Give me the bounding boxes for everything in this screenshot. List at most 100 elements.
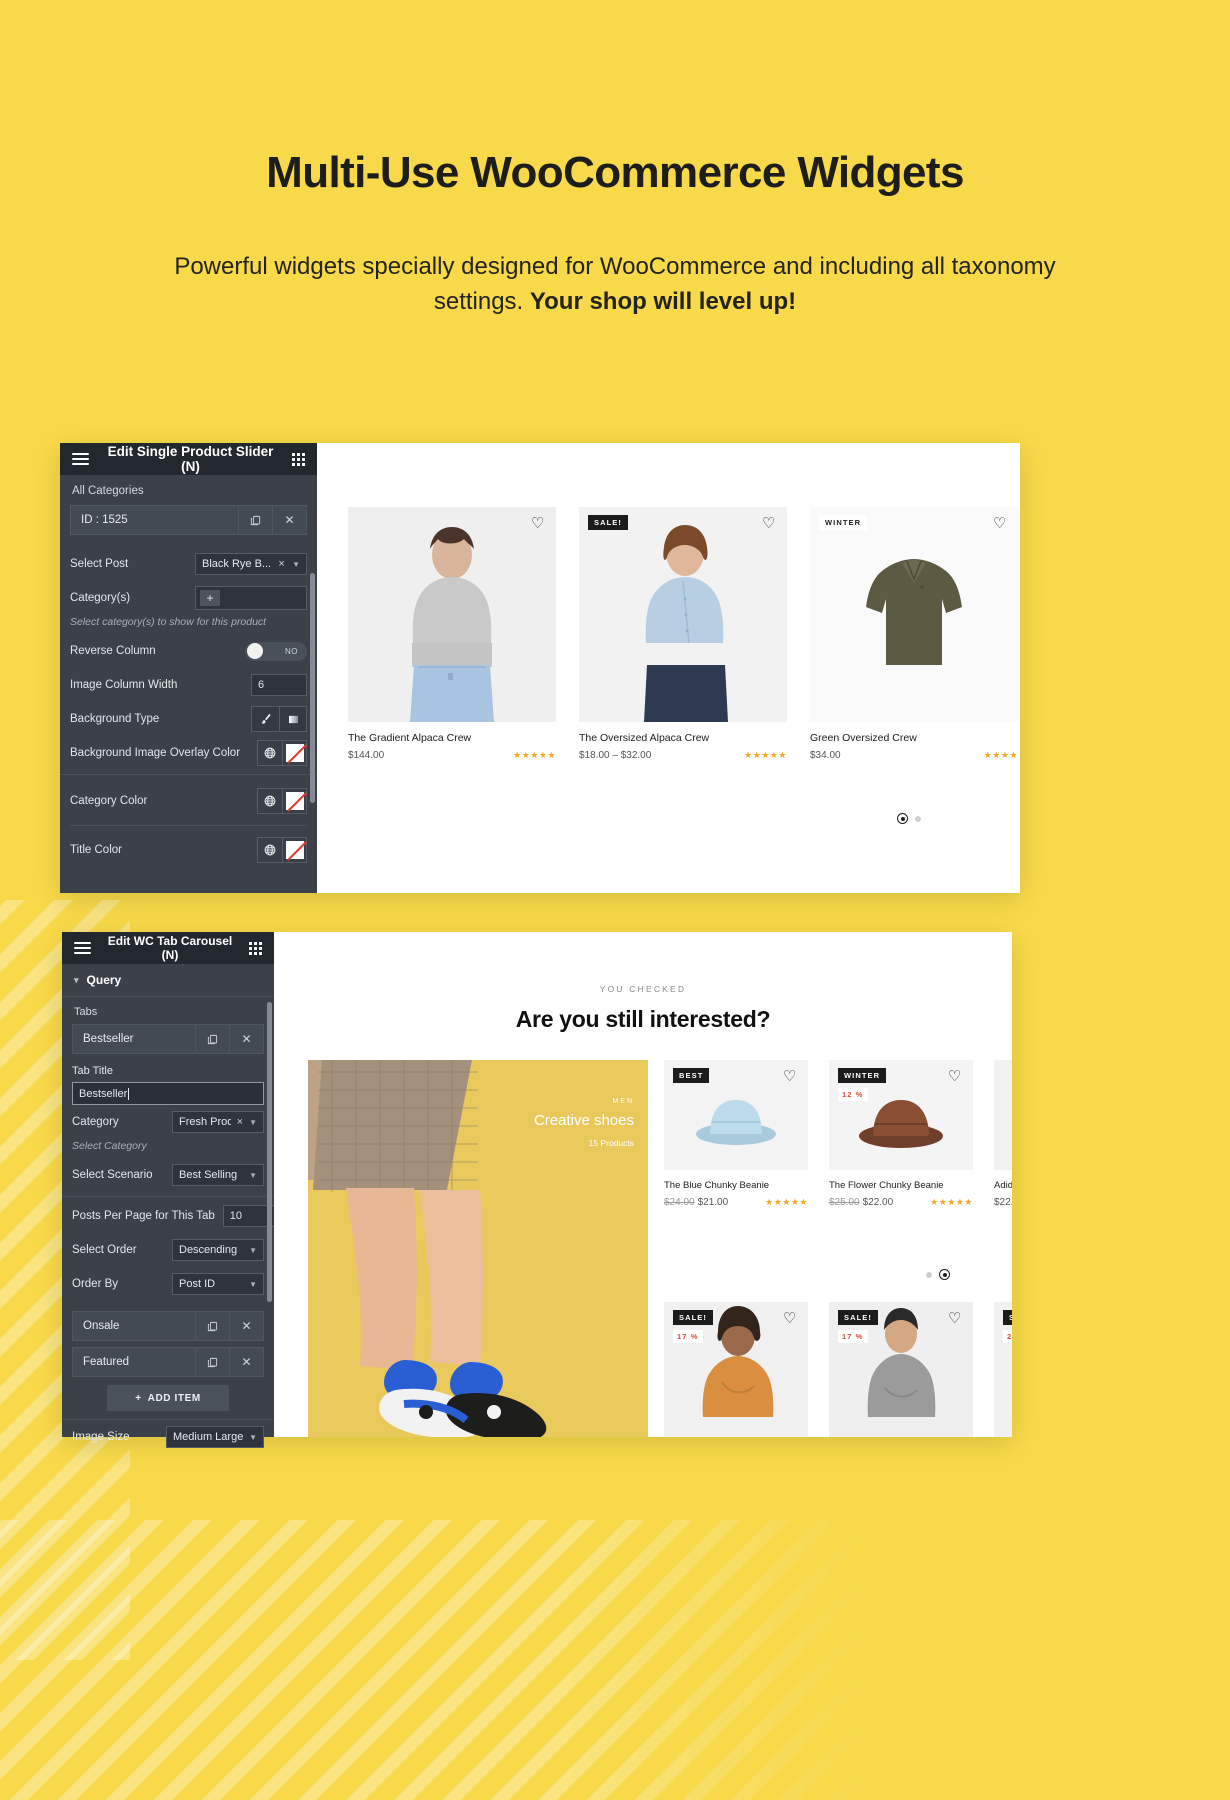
image-column-width-input[interactable]: 6 (251, 674, 307, 696)
close-icon[interactable]: ✕ (229, 1025, 263, 1053)
field-image-column-width[interactable]: Image Column Width 6 (70, 668, 307, 702)
editor-screenshot-single-product-slider: Edit Single Product Slider (N) All Categ… (60, 443, 1020, 893)
status-badge: WINTER (838, 1068, 887, 1083)
field-categories[interactable]: Category(s) + (70, 581, 307, 615)
tab-settings: Tab Title Bestseller Category Fresh Prod… (62, 1060, 274, 1196)
reverse-column-toggle-value: NO (285, 646, 298, 656)
field-select-order[interactable]: Select Order Descending ▼ (72, 1233, 264, 1267)
heart-icon[interactable]: ♡ (531, 516, 546, 531)
categories-tag-input[interactable]: + (195, 586, 307, 610)
brush-icon[interactable] (252, 707, 279, 731)
globe-icon[interactable] (258, 741, 282, 765)
copy-icon[interactable] (195, 1025, 229, 1053)
product-card[interactable]: BEST ♡ The Blue Chunky Beanie $24.00 $21.… (664, 1060, 808, 1208)
category-clear[interactable]: × (237, 1116, 243, 1128)
add-category-button[interactable]: + (200, 590, 220, 606)
close-icon[interactable]: ✕ (272, 506, 306, 534)
product-card[interactable]: SALE! ♡ The Oversized Alpaca Crew $18.00… (579, 507, 787, 761)
copy-icon[interactable] (195, 1348, 229, 1376)
product-image: ♡ (348, 507, 556, 722)
product-card[interactable]: ♡ The Gradient Alpaca Crew $144.00 ★★★★★ (348, 507, 556, 761)
heart-icon[interactable]: ♡ (948, 1311, 963, 1326)
select-order-dropdown[interactable]: Descending ▼ (172, 1239, 264, 1261)
field-background-type-label: Background Type (70, 713, 160, 725)
close-icon[interactable]: ✕ (229, 1348, 263, 1376)
promo-banner[interactable]: MEN Creative shoes 15 Products (308, 1060, 648, 1437)
color-swatch-none[interactable] (282, 838, 306, 862)
preview2-eyebrow: YOU CHECKED (599, 984, 687, 994)
grid-apps-icon[interactable] (249, 941, 262, 955)
background-type-buttongroup[interactable] (251, 706, 307, 732)
title-color-control[interactable] (257, 837, 307, 863)
preview-wc-tab-carousel: YOU CHECKED Are you still interested? ME… (274, 932, 1012, 1437)
field-reverse-column[interactable]: Reverse Column NO (70, 634, 307, 668)
field-title-color[interactable]: Title Color (70, 826, 307, 874)
pagination-dot[interactable] (915, 815, 921, 822)
panel2-scrollbar[interactable] (267, 1002, 272, 1302)
product-price-new: $21.00 (697, 1197, 729, 1208)
product-meta: $24.00 $21.00 ★★★★★ (664, 1197, 808, 1208)
product-card[interactable]: WINTER ♡ Green Oversized Crew $34.00 ★★★… (810, 507, 1018, 761)
close-icon[interactable]: ✕ (229, 1312, 263, 1340)
globe-icon[interactable] (258, 789, 282, 813)
product-card[interactable]: SALE! 17 % ♡ (664, 1302, 808, 1437)
tab-item-onsale[interactable]: Onsale ✕ (72, 1311, 264, 1341)
tab-item-label: Onsale (83, 1320, 120, 1332)
heart-icon[interactable]: ♡ (993, 516, 1008, 531)
grid-apps-icon[interactable] (292, 452, 305, 466)
background-overlay-color-control[interactable] (257, 740, 307, 766)
field-category-color[interactable]: Category Color (70, 777, 307, 825)
pagination-dot[interactable] (926, 1271, 932, 1278)
category-color-control[interactable] (257, 788, 307, 814)
tab-item-bestseller[interactable]: Bestseller ✕ (72, 1024, 264, 1054)
field-posts-per-page[interactable]: Posts Per Page for This Tab 10 (72, 1199, 279, 1233)
heart-icon[interactable]: ♡ (948, 1069, 963, 1084)
product-meta: $144.00 ★★★★★ (348, 750, 556, 761)
field-background-type[interactable]: Background Type (70, 702, 307, 736)
select-post-dropdown[interactable]: Black Rye B... × ▼ (195, 553, 307, 575)
color-swatch-none[interactable] (282, 741, 306, 765)
globe-icon[interactable] (258, 838, 282, 862)
product-image: WINTER ♡ (810, 507, 1018, 722)
carousel-pagination[interactable] (926, 1269, 950, 1280)
pagination-dot-active[interactable] (939, 1269, 950, 1280)
heart-icon[interactable]: ♡ (783, 1069, 798, 1084)
select-scenario-dropdown[interactable]: Best Selling ▼ (172, 1164, 264, 1186)
panel2-title: Edit WC Tab Carousel (N) (107, 934, 233, 962)
panel1-scrollbar[interactable] (310, 573, 315, 803)
carousel-pagination[interactable] (897, 813, 921, 824)
repeater-item-id[interactable]: ID : 1525 ✕ (70, 505, 307, 535)
gradient-icon[interactable] (279, 707, 306, 731)
hamburger-icon[interactable] (74, 942, 91, 954)
add-item-button[interactable]: + ADD ITEM (107, 1385, 229, 1411)
status-badge: BEST (673, 1068, 710, 1083)
product-image: SALE! 21 % ♡ (994, 1302, 1012, 1437)
field-select-scenario[interactable]: Select Scenario Best Selling ▼ (72, 1158, 264, 1192)
product-card[interactable]: ♡ Adidas Norm $22.00 (994, 1060, 1012, 1208)
copy-icon[interactable] (238, 506, 272, 534)
product-card[interactable]: SALE! 17 % ♡ (829, 1302, 973, 1437)
category-dropdown[interactable]: Fresh Produ... × ▼ (172, 1111, 264, 1133)
field-select-post[interactable]: Select Post Black Rye B... × ▼ (70, 547, 307, 581)
heart-icon[interactable]: ♡ (762, 516, 777, 531)
tab-item-featured[interactable]: Featured ✕ (72, 1347, 264, 1377)
color-swatch-none[interactable] (282, 789, 306, 813)
copy-icon[interactable] (195, 1312, 229, 1340)
order-by-value: Post ID (179, 1278, 216, 1290)
select-post-clear[interactable]: × (278, 558, 284, 570)
product-card[interactable]: SALE! 21 % ♡ (994, 1302, 1012, 1437)
product-card[interactable]: WINTER 12 % ♡ The Flower Chunky Beanie $… (829, 1060, 973, 1208)
section-query[interactable]: ▾ Query (62, 964, 274, 997)
hamburger-icon[interactable] (72, 453, 89, 465)
heart-icon[interactable]: ♡ (783, 1311, 798, 1326)
field-order-by[interactable]: Order By Post ID ▼ (72, 1267, 264, 1301)
product-image: SALE! 17 % ♡ (829, 1302, 973, 1437)
order-by-dropdown[interactable]: Post ID ▼ (172, 1273, 264, 1295)
pagination-dot-active[interactable] (897, 813, 908, 824)
image-size-dropdown[interactable]: Medium Large - 7( ▼ (166, 1426, 264, 1448)
reverse-column-toggle[interactable]: NO (245, 641, 307, 661)
field-category[interactable]: Category Fresh Produ... × ▼ (72, 1105, 264, 1139)
field-background-image-overlay-color[interactable]: Background Image Overlay Color (70, 736, 307, 770)
field-image-size[interactable]: Image Size Medium Large - 7( ▼ (72, 1424, 264, 1450)
tab-title-input[interactable]: Bestseller (72, 1082, 264, 1105)
